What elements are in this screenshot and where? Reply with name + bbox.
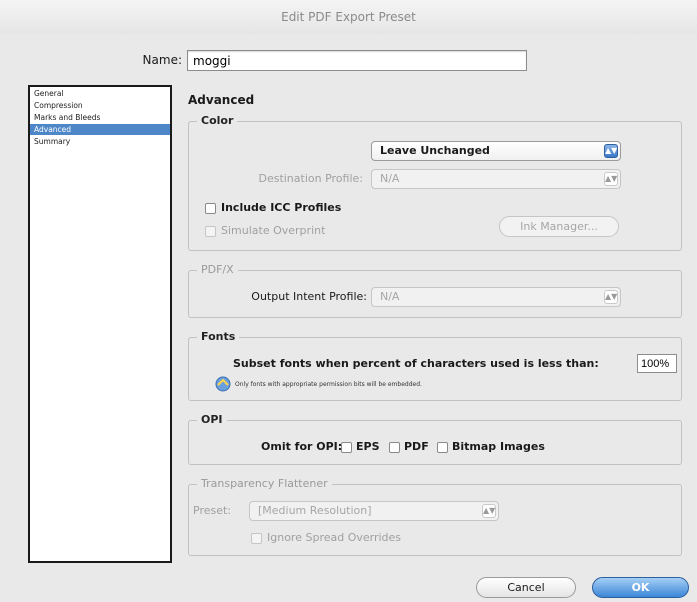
output-intent-label: Output Intent Profile: <box>251 290 367 303</box>
opi-eps-checkbox[interactable] <box>341 442 352 453</box>
destination-profile-value: N/A <box>380 172 400 185</box>
ignore-spread-checkbox[interactable] <box>251 533 262 544</box>
color-dropdown[interactable]: Leave Unchanged ▲▼ <box>371 141 621 161</box>
include-icc-label: Include ICC Profiles <box>221 201 342 214</box>
sidebar-item-marks-and-bleeds[interactable]: Marks and Bleeds <box>30 112 170 123</box>
destination-profile-dropdown[interactable]: N/A ▲▼ <box>371 169 621 189</box>
fonts-note: Only fonts with appropriate permission b… <box>235 381 422 388</box>
color-dropdown-value: Leave Unchanged <box>380 144 490 157</box>
opi-bitmap-label: Bitmap Images <box>452 440 545 453</box>
chevron-updown-icon: ▲▼ <box>604 144 618 158</box>
transparency-flattener-group: Transparency Flattener Preset: [Medium R… <box>188 477 682 556</box>
cancel-button[interactable]: Cancel <box>476 577 576 598</box>
output-intent-value: N/A <box>380 290 400 303</box>
opi-bitmap-checkbox[interactable] <box>437 442 448 453</box>
category-list: General Compression Marks and Bleeds Adv… <box>28 85 172 563</box>
opi-pdf-label: PDF <box>404 440 429 453</box>
sidebar-item-advanced[interactable]: Advanced <box>30 124 170 135</box>
preset-label: Preset: <box>193 504 232 517</box>
omit-for-opi-label: Omit for OPI: <box>261 440 343 453</box>
output-intent-dropdown[interactable]: N/A ▲▼ <box>371 287 621 307</box>
panel-title: Advanced <box>188 93 255 107</box>
simulate-overprint-label: Simulate Overprint <box>221 224 326 237</box>
subset-fonts-label: Subset fonts when percent of characters … <box>233 357 599 370</box>
color-group: Color Color: Leave Unchanged ▲▼ Destinat… <box>188 114 682 251</box>
transparency-group-label: Transparency Flattener <box>197 477 332 490</box>
ignore-spread-label: Ignore Spread Overrides <box>267 531 402 544</box>
subset-percent-input[interactable] <box>637 354 677 373</box>
include-icc-checkbox[interactable] <box>205 203 216 214</box>
simulate-overprint-checkbox[interactable] <box>205 226 216 237</box>
opi-eps-label: EPS <box>356 440 380 453</box>
fonts-group: Fonts Subset fonts when percent of chara… <box>188 330 682 401</box>
name-input[interactable] <box>187 50 527 71</box>
flattener-preset-value: [Medium Resolution] <box>258 504 372 517</box>
flattener-preset-dropdown[interactable]: [Medium Resolution] ▲▼ <box>249 501 499 521</box>
opi-group-label: OPI <box>197 413 227 426</box>
destination-profile-label: Destination Profile: <box>258 172 363 185</box>
name-row: Name: <box>0 50 697 72</box>
window-title: Edit PDF Export Preset <box>0 0 697 34</box>
sidebar-item-summary[interactable]: Summary <box>30 136 170 147</box>
ink-manager-button[interactable]: Ink Manager... <box>499 216 619 237</box>
chevron-updown-icon: ▲▼ <box>482 504 496 518</box>
pdfx-group-label: PDF/X <box>197 263 238 276</box>
info-icon <box>215 376 231 392</box>
chevron-updown-icon: ▲▼ <box>604 172 618 186</box>
sidebar-item-compression[interactable]: Compression <box>30 100 170 111</box>
name-label: Name: <box>142 53 182 67</box>
pdfx-group: PDF/X Output Intent Profile: N/A ▲▼ <box>188 263 682 318</box>
sidebar-item-general[interactable]: General <box>30 88 170 99</box>
fonts-group-label: Fonts <box>197 330 240 343</box>
opi-group: OPI Omit for OPI: EPS PDF Bitmap Images <box>188 413 682 465</box>
ok-button[interactable]: OK <box>592 577 689 598</box>
color-group-label: Color <box>197 114 238 127</box>
ink-manager-label: Ink Manager... <box>520 220 598 233</box>
chevron-updown-icon: ▲▼ <box>604 290 618 304</box>
opi-pdf-checkbox[interactable] <box>389 442 400 453</box>
